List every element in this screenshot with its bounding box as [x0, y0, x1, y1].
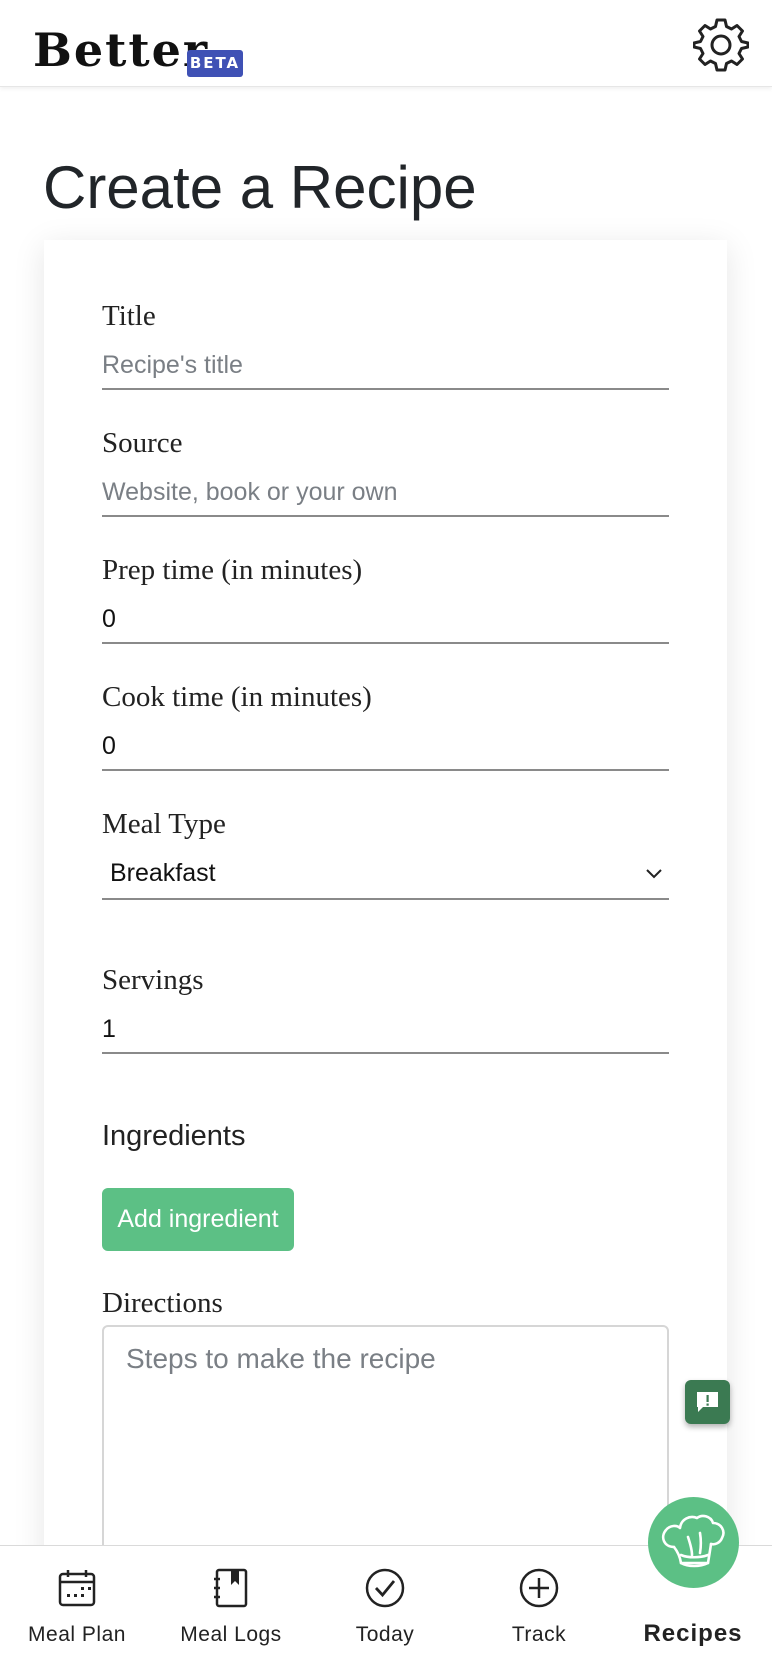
log-book-icon [211, 1568, 251, 1608]
feedback-icon [697, 1392, 718, 1412]
chevron-down-icon [643, 862, 665, 884]
app-header: Better BETA [0, 0, 772, 87]
source-input[interactable] [102, 469, 669, 517]
chef-hat-icon [661, 1514, 725, 1568]
plus-circle-icon [519, 1568, 559, 1608]
nav-meal-plan[interactable]: Meal Plan [0, 1546, 154, 1676]
nav-track[interactable]: Track [462, 1546, 616, 1676]
directions-label: Directions [102, 1287, 223, 1319]
gear-icon[interactable] [692, 17, 750, 73]
ingredients-heading: Ingredients [102, 1120, 246, 1152]
meal-type-label: Meal Type [102, 808, 226, 840]
beta-badge: BETA [187, 50, 243, 77]
cook-time-label: Cook time (in minutes) [102, 681, 372, 713]
cook-time-input[interactable] [102, 723, 669, 771]
title-input[interactable] [102, 342, 669, 390]
servings-label: Servings [102, 964, 204, 996]
nav-label-track: Track [511, 1623, 567, 1646]
check-circle-icon [365, 1568, 405, 1608]
nav-label-meal-logs: Meal Logs [180, 1623, 282, 1646]
nav-label-today: Today [355, 1623, 415, 1646]
feedback-button[interactable] [685, 1380, 730, 1424]
title-label: Title [102, 300, 156, 332]
meal-type-select[interactable]: Breakfast [102, 850, 669, 900]
nav-today[interactable]: Today [308, 1546, 462, 1676]
servings-input[interactable] [102, 1006, 669, 1054]
recipes-chef-button[interactable] [648, 1497, 739, 1588]
source-label: Source [102, 427, 183, 459]
add-ingredient-button[interactable]: Add ingredient [102, 1188, 294, 1251]
nav-meal-logs[interactable]: Meal Logs [154, 1546, 308, 1676]
prep-time-label: Prep time (in minutes) [102, 554, 363, 586]
calendar-icon [57, 1568, 97, 1608]
nav-label-meal-plan: Meal Plan [28, 1623, 126, 1646]
nav-label-recipes: Recipes [643, 1620, 743, 1647]
page-title: Create a Recipe [43, 154, 477, 221]
prep-time-input[interactable] [102, 596, 669, 644]
meal-type-value: Breakfast [110, 859, 216, 887]
brand-logo[interactable]: Better [33, 22, 209, 78]
